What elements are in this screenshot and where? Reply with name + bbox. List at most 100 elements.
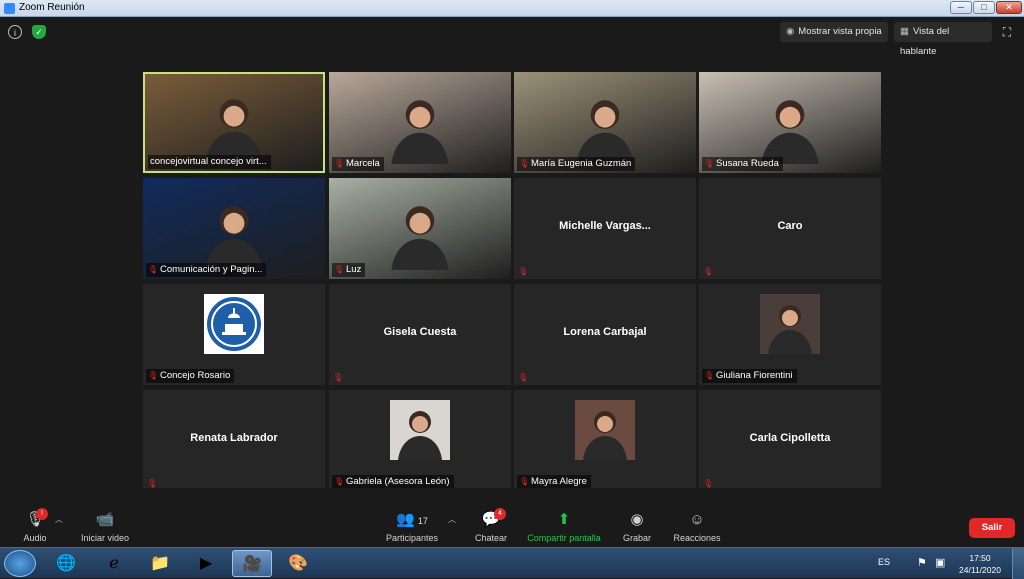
minimize-button[interactable]: ─: [950, 1, 972, 14]
participant-display-name: Carla Cipolletta: [749, 432, 831, 444]
participant-name: Gabriela (Asesora León): [346, 476, 450, 487]
meeting-window: i ✓ ◉ Mostrar vista propia ▦ Vista del hab…: [0, 17, 1024, 547]
zoom-taskbar-icon[interactable]: 🎥: [232, 550, 272, 577]
start-video-label: Iniciar video: [80, 533, 130, 543]
clock-time: 17:50: [969, 553, 991, 563]
speaker-view-button[interactable]: ▦ Vista del hablante: [894, 22, 992, 57]
chrome-taskbar-icon[interactable]: 🌐: [46, 550, 86, 577]
chat-label: Chatear: [474, 533, 508, 543]
chat-unread-badge: 4: [494, 508, 506, 520]
start-video-button[interactable]: 📹 Iniciar video: [78, 510, 132, 546]
audio-options-caret-icon[interactable]: ︿: [55, 514, 63, 525]
share-screen-button[interactable]: ⬆ Compartir pantalla: [526, 510, 602, 546]
participant-tile[interactable]: Gisela Cuesta 🎙: [329, 284, 511, 385]
participant-tile[interactable]: 🎙 Susana Rueda: [699, 72, 881, 173]
audio-label: Audio: [23, 533, 47, 543]
participant-tile[interactable]: 🎙 Mayra Alegre: [514, 390, 696, 491]
media-player-taskbar-icon[interactable]: ▶: [186, 550, 226, 577]
participant-tile[interactable]: 🎙 Gabriela (Asesora León): [329, 390, 511, 491]
network-icon[interactable]: ▣: [935, 556, 945, 569]
participant-name-label: concejovirtual concejo virt...: [148, 155, 271, 169]
show-desktop-button[interactable]: [1012, 548, 1024, 579]
participant-figure: [751, 86, 829, 164]
participant-name: Comunicación y Pagin...: [160, 264, 263, 275]
language-indicator[interactable]: ES: [878, 557, 890, 567]
participant-figure: [381, 86, 459, 164]
window-titlebar: Zoom Reunión ─ □ ✕: [0, 0, 1024, 17]
participant-tile[interactable]: Michelle Vargas... 🎙: [514, 178, 696, 279]
chat-button[interactable]: 💬 4 Chatear: [474, 508, 508, 546]
clock-date: 24/11/2020: [959, 565, 1001, 575]
participant-name-label: 🎙 Concejo Rosario: [146, 369, 235, 383]
participant-tile[interactable]: 🎙 Giuliana Fiorentini: [699, 284, 881, 385]
grid-view-icon: ▦: [900, 26, 909, 37]
participant-name-label: 🎙 Susana Rueda: [702, 157, 783, 171]
meeting-toolbar: [0, 488, 1024, 530]
muted-mic-icon: 🎙: [148, 265, 159, 274]
participant-tile[interactable]: 🎙 Luz: [329, 178, 511, 279]
participant-tile[interactable]: concejovirtual concejo virt...: [143, 72, 325, 173]
participants-label: Participantes: [386, 533, 439, 543]
participant-name-label: 🎙 Giuliana Fiorentini: [702, 369, 797, 383]
explorer-taskbar-icon[interactable]: 📁: [140, 550, 180, 577]
participant-name: Mayra Alegre: [531, 476, 587, 487]
start-button[interactable]: [4, 550, 36, 577]
show-self-view-button[interactable]: ◉ Mostrar vista propia: [780, 22, 888, 42]
eye-icon: ◉: [786, 26, 795, 37]
close-window-button[interactable]: ✕: [996, 1, 1022, 14]
show-self-view-label: Mostrar vista propia: [798, 26, 882, 37]
muted-mic-icon: 🎙: [147, 479, 158, 488]
participant-tile[interactable]: Caro 🎙: [699, 178, 881, 279]
audio-button[interactable]: 🎙 ! Audio: [20, 508, 50, 546]
participants-count: 17: [417, 516, 428, 526]
muted-mic-icon: 🎙: [334, 265, 345, 274]
windows-taskbar: 🌐 ℯ 📁 ▶ 🎥 🎨 ES ⚑ ▣ 17:50 24/11/2020: [0, 547, 1024, 579]
maximize-button[interactable]: □: [973, 1, 995, 14]
participant-tile[interactable]: 🎙 Concejo Rosario: [143, 284, 325, 385]
participant-figure: [195, 192, 273, 270]
profile-photo: [760, 294, 820, 355]
participant-display-name: Michelle Vargas...: [559, 220, 651, 232]
system-clock[interactable]: 17:50 24/11/2020: [955, 552, 1005, 576]
participants-icon: 👥 17: [396, 511, 428, 528]
participant-name: concejovirtual concejo virt...: [150, 156, 267, 167]
record-icon: ◉: [630, 511, 644, 528]
share-screen-label: Compartir pantalla: [527, 533, 601, 543]
participant-name-label: 🎙 Mayra Alegre: [517, 475, 591, 489]
participant-name-label: 🎙 Gabriela (Asesora León): [332, 475, 454, 489]
participants-button[interactable]: 👥 17 Participantes: [386, 510, 438, 546]
reactions-button[interactable]: ☺ Reacciones: [672, 510, 722, 546]
encryption-shield-icon[interactable]: ✓: [32, 25, 46, 39]
smiley-icon: ☺: [689, 511, 705, 528]
video-off-icon: 📹: [95, 511, 115, 528]
record-button[interactable]: ◉ Grabar: [622, 510, 652, 546]
muted-mic-icon: 🎙: [333, 373, 344, 382]
participant-tile[interactable]: Lorena Carbajal 🎙: [514, 284, 696, 385]
participants-caret-icon[interactable]: ︿: [448, 514, 456, 525]
fullscreen-icon[interactable]: ⛶: [1000, 25, 1014, 39]
meeting-info-icon[interactable]: i: [8, 25, 22, 39]
participant-name: Susana Rueda: [716, 158, 779, 169]
participant-tile[interactable]: 🎙 Marcela: [329, 72, 511, 173]
participant-figure: [195, 85, 273, 164]
participant-tile[interactable]: 🎙 María Eugenia Guzmán: [514, 72, 696, 173]
participant-tile[interactable]: Carla Cipolletta 🎙: [699, 390, 881, 491]
action-center-icon[interactable]: ⚑: [917, 556, 927, 569]
participant-name: María Eugenia Guzmán: [531, 158, 632, 169]
participant-tile[interactable]: 🎙 Comunicación y Pagin...: [143, 178, 325, 279]
participant-name: Marcela: [346, 158, 380, 169]
reactions-label: Reacciones: [673, 533, 721, 543]
profile-photo: [390, 400, 450, 461]
ie-taskbar-icon[interactable]: ℯ: [94, 550, 134, 577]
participant-name: Concejo Rosario: [160, 370, 231, 381]
participant-name: Luz: [346, 264, 362, 275]
participant-name-label: 🎙 María Eugenia Guzmán: [517, 157, 636, 171]
muted-mic-icon: 🎙: [518, 373, 529, 382]
leave-meeting-button[interactable]: Salir: [969, 518, 1015, 538]
paint-taskbar-icon[interactable]: 🎨: [278, 550, 318, 577]
muted-mic-icon: 🎙: [148, 371, 159, 380]
window-title: Zoom Reunión: [19, 2, 85, 13]
participant-name-label: 🎙 Marcela: [332, 157, 384, 171]
participant-tile[interactable]: Renata Labrador 🎙: [143, 390, 325, 491]
participant-name-label: 🎙 Luz: [332, 263, 366, 277]
